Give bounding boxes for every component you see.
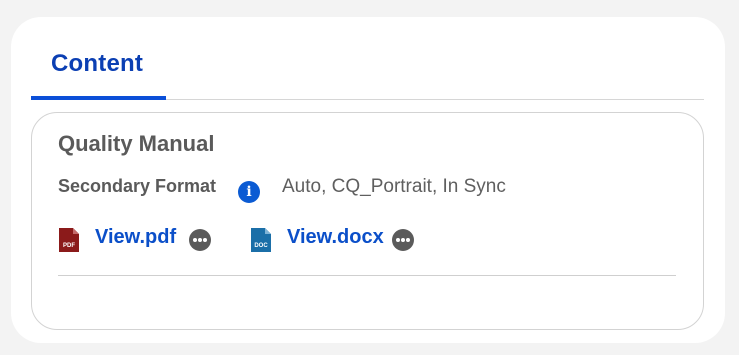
doc-icon-text: DOC	[254, 243, 268, 249]
document-title: Quality Manual	[58, 131, 215, 156]
tab-content[interactable]: Content	[31, 17, 166, 100]
pdf-file-icon: PDF	[59, 228, 79, 252]
view-pdf-link[interactable]: View.pdf	[95, 226, 176, 249]
file-item-docx: DOC View.docx	[250, 225, 430, 255]
doc-file-icon: DOC	[251, 228, 271, 252]
secondary-format-label: Secondary Format	[58, 176, 217, 196]
secondary-format-value: Auto, CQ_Portrait, In Sync	[282, 176, 506, 197]
tab-content-label: Content	[51, 50, 144, 77]
active-tab-indicator	[31, 96, 166, 100]
more-options-icon[interactable]	[189, 229, 211, 251]
more-options-icon[interactable]	[392, 229, 414, 251]
secondary-format-row: Secondary Format i Auto, CQ_Portrait, In…	[58, 176, 658, 203]
info-icon[interactable]: i	[238, 181, 260, 203]
tab-bar: Content	[31, 17, 704, 100]
card-divider	[58, 275, 676, 276]
file-links-row: PDF View.pdf DOC View.docx	[58, 225, 678, 255]
pdf-icon-text: PDF	[63, 243, 75, 249]
document-card: Quality Manual Secondary Format i Auto, …	[31, 112, 704, 330]
view-docx-link[interactable]: View.docx	[287, 226, 384, 249]
file-item-pdf: PDF View.pdf	[58, 225, 218, 255]
content-panel: Content Quality Manual Secondary Format …	[11, 17, 725, 343]
